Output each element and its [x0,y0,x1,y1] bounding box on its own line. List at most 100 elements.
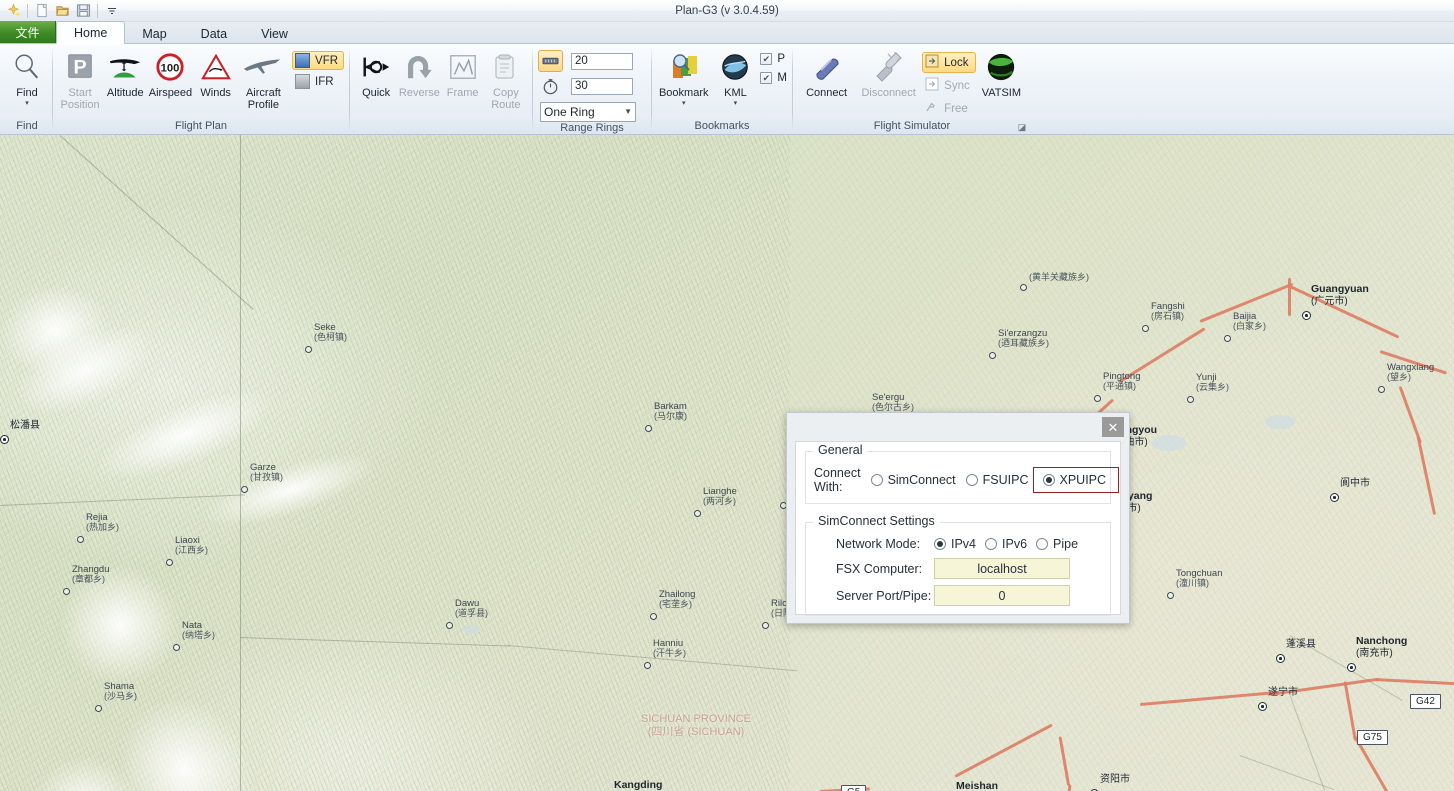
bookmark-button[interactable]: Bookmark ▾ [657,47,710,107]
reverse-button[interactable]: Reverse [398,47,440,100]
radio-pipe-label: Pipe [1053,537,1079,551]
radio-ipv6[interactable]: IPv6 [985,537,1027,551]
timer-icon[interactable] [538,75,563,97]
aircraft-profile-button[interactable]: Aircraft Profile [239,47,288,111]
new-document-icon[interactable] [32,1,51,20]
city-name-cn: (迺耳藏族乡) [998,338,1049,348]
checkbox-m[interactable]: M [760,72,787,84]
ribbon-group-route: Quick Reverse Frame Copy Route [350,44,532,134]
range-ring-1-input[interactable]: 20 [571,52,633,70]
radio-xpuipc-dot [1042,474,1055,486]
tab-view[interactable]: View [244,23,305,44]
flight-simulator-settings-dialog[interactable]: ✕ General Connect With: SimConnect FSUIP… [786,412,1130,624]
radio-xpuipc[interactable]: XPUIPC [1032,467,1120,493]
map-canvas[interactable]: G5 G42 G75 SICHUAN PROVINCE (四川省 (SICHUA… [0,135,1454,791]
airspeed-icon: 100 [155,49,185,85]
city-name-cn: 蓬溪县 [1286,639,1316,650]
altitude-button[interactable]: Altitude [103,47,147,100]
tab-map[interactable]: Map [125,23,183,44]
altitude-icon [106,49,144,85]
city-name-cn: (汗牛乡) [653,648,686,658]
quick-access-toolbar [0,0,121,21]
tab-home[interactable]: Home [56,21,126,44]
range-ring-2-input[interactable]: 30 [571,77,633,95]
connect-button[interactable]: Connect [798,47,855,100]
city-dot-icon [77,536,84,543]
copy-route-button[interactable]: Copy Route [485,47,527,111]
tab-file[interactable]: 文件 [0,21,56,43]
radio-pipe[interactable]: Pipe [1036,537,1078,551]
vatsim-button[interactable]: VATSIM [977,47,1026,100]
dialog-launcher-icon[interactable]: ◪ [1016,121,1028,133]
vfr-toggle[interactable]: VFR [292,51,345,70]
radio-fsuipc[interactable]: FSUIPC [965,473,1029,487]
chevron-down-icon[interactable]: ▾ [682,100,686,107]
disconnect-button[interactable]: Disconnect [856,47,921,100]
city-name-cn: (广元市) [1311,296,1348,307]
copy-route-label: Copy Route [491,87,521,111]
save-icon[interactable] [74,1,93,20]
lock-toggle[interactable]: Lock [922,52,976,73]
ribbon-group-flight-simulator-label: Flight Simulator [873,120,951,132]
ribbon-group-range-rings-label: Range Rings [560,122,624,134]
connect-icon [809,49,845,85]
close-icon[interactable]: ✕ [1102,417,1124,437]
city-name-en: Kangding [614,779,663,791]
server-port-input[interactable]: 0 [934,585,1070,606]
ifr-toggle[interactable]: IFR [292,72,344,91]
fsx-computer-input[interactable]: localhost [934,558,1070,579]
range-ring-mode-select[interactable]: One Ring ▼ [540,102,636,122]
lake [1265,415,1295,429]
customize-qat-icon[interactable] [102,1,121,20]
radio-simconnect[interactable]: SimConnect [870,473,956,487]
qat-divider [27,3,28,18]
city-dot-icon [989,352,996,359]
lock-icon [925,54,939,71]
checkbox-p[interactable]: P [760,53,787,65]
radio-ipv4[interactable]: IPv4 [934,537,976,551]
city-dot-icon [95,705,102,712]
bookmark-checkboxes: P M [760,47,787,84]
city-dot-icon [645,425,652,432]
city-name-cn: 松潘县 [10,420,40,431]
tab-data[interactable]: Data [184,23,244,44]
start-position-button[interactable]: P Start Position [58,47,102,111]
disconnect-label: Disconnect [861,87,916,99]
winds-button[interactable]: Winds [194,47,238,100]
chevron-down-icon[interactable]: ▾ [25,100,29,107]
city-dot-icon [241,486,248,493]
city-dot-icon [446,622,453,629]
city-dot-icon [762,622,769,629]
range-ring-unit-toggle[interactable] [538,50,563,72]
svg-text:100: 100 [161,63,180,75]
frame-button[interactable]: Frame [442,47,484,100]
bookmark-label: Bookmark [658,87,709,99]
checkbox-p-box [760,53,773,65]
radio-xpuipc-label: XPUIPC [1059,473,1107,487]
checkbox-m-label: M [777,72,787,84]
airspeed-button[interactable]: 100 Airspeed [148,47,192,100]
kml-button[interactable]: KML ▾ [711,47,759,107]
find-button[interactable]: Find ▾ [7,47,47,107]
quick-button[interactable]: Quick [355,47,397,100]
ribbon-group-find-label: Find [16,120,38,132]
reverse-label: Reverse [398,87,440,99]
city-name-cn: (章都乡) [72,574,105,584]
sync-toggle[interactable]: Sync [922,75,976,96]
aircraft-profile-icon [241,49,285,85]
altitude-label: Altitude [106,87,144,99]
city-dot-icon [0,435,9,444]
chevron-down-icon[interactable]: ▾ [734,100,738,107]
ribbon-group-range-rings: 20 30 One Ring ▼ Range Rings [533,44,651,134]
kml-icon [720,49,750,85]
new-icon[interactable] [4,1,23,20]
checkbox-p-label: P [777,53,786,65]
free-toggle[interactable]: Free [922,98,976,119]
quick-label: Quick [362,87,391,99]
city-name-cn: (色柯镇) [314,332,347,342]
simconnect-legend: SimConnect Settings [813,514,940,528]
city-name-en: Meishan [956,780,999,791]
open-folder-icon[interactable] [53,1,72,20]
city-name-cn: (江西乡) [175,545,208,555]
city-dot-icon [1167,592,1174,599]
